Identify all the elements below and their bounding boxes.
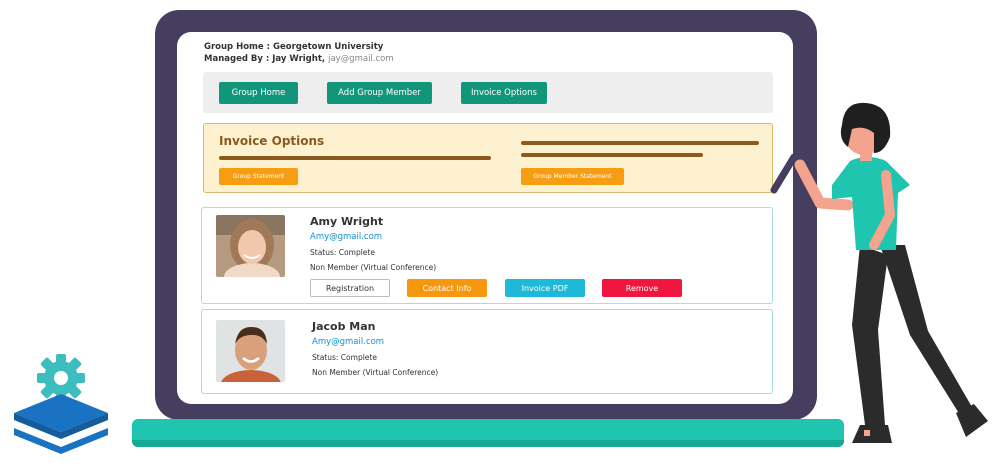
group-toolbar: Group Home Add Group Member Invoice Opti… (203, 72, 773, 113)
placeholder-text-line (219, 156, 491, 160)
invoice-options-title: Invoice Options (219, 134, 325, 148)
add-group-member-button[interactable]: Add Group Member (327, 82, 432, 104)
managed-by-line: Managed By : Jay Wright, jay@gmail.com (204, 54, 394, 64)
group-statement-button[interactable]: Group Statement (219, 168, 298, 185)
member-email[interactable]: Amy@gmail.com (312, 337, 384, 347)
member-name: Amy Wright (310, 215, 384, 228)
group-member-statement-button[interactable]: Group Member Statement (521, 168, 624, 185)
managed-by-email: jay@gmail.com (328, 54, 394, 64)
group-home-title: Group Home : Georgetown University (204, 42, 384, 52)
group-home-button[interactable]: Group Home (219, 82, 298, 104)
member-membership: Non Member (Virtual Conference) (310, 263, 437, 272)
managed-by-label: Managed By : Jay Wright, (204, 54, 326, 64)
member-name: Jacob Man (312, 320, 376, 333)
gear-stack-logo-icon (14, 354, 108, 454)
avatar (216, 320, 285, 382)
invoice-options-panel: Invoice Options Group Statement Group Me… (203, 123, 773, 193)
member-status: Status: Complete (310, 248, 375, 257)
woman-illustration (770, 102, 988, 443)
placeholder-text-line (521, 141, 759, 145)
invoice-pdf-button[interactable]: Invoice PDF (505, 279, 585, 297)
app-screen: Group Home : Georgetown University Manag… (177, 32, 793, 404)
member-status: Status: Complete (312, 353, 377, 362)
contact-info-button[interactable]: Contact Info (407, 279, 487, 297)
invoice-options-button[interactable]: Invoice Options (461, 82, 547, 104)
member-card: Amy Wright Amy@gmail.com Status: Complet… (201, 207, 773, 304)
member-membership: Non Member (Virtual Conference) (312, 368, 439, 377)
member-email[interactable]: Amy@gmail.com (310, 232, 382, 242)
member-card: Jacob Man Amy@gmail.com Status: Complete… (201, 309, 773, 394)
avatar (216, 215, 285, 277)
placeholder-text-line (521, 153, 703, 157)
stylus-pen-icon (770, 153, 798, 194)
registration-button[interactable]: Registration (310, 279, 390, 297)
remove-button[interactable]: Remove (602, 279, 682, 297)
laptop-base-shadow (132, 440, 844, 447)
layers-icon (14, 394, 108, 454)
